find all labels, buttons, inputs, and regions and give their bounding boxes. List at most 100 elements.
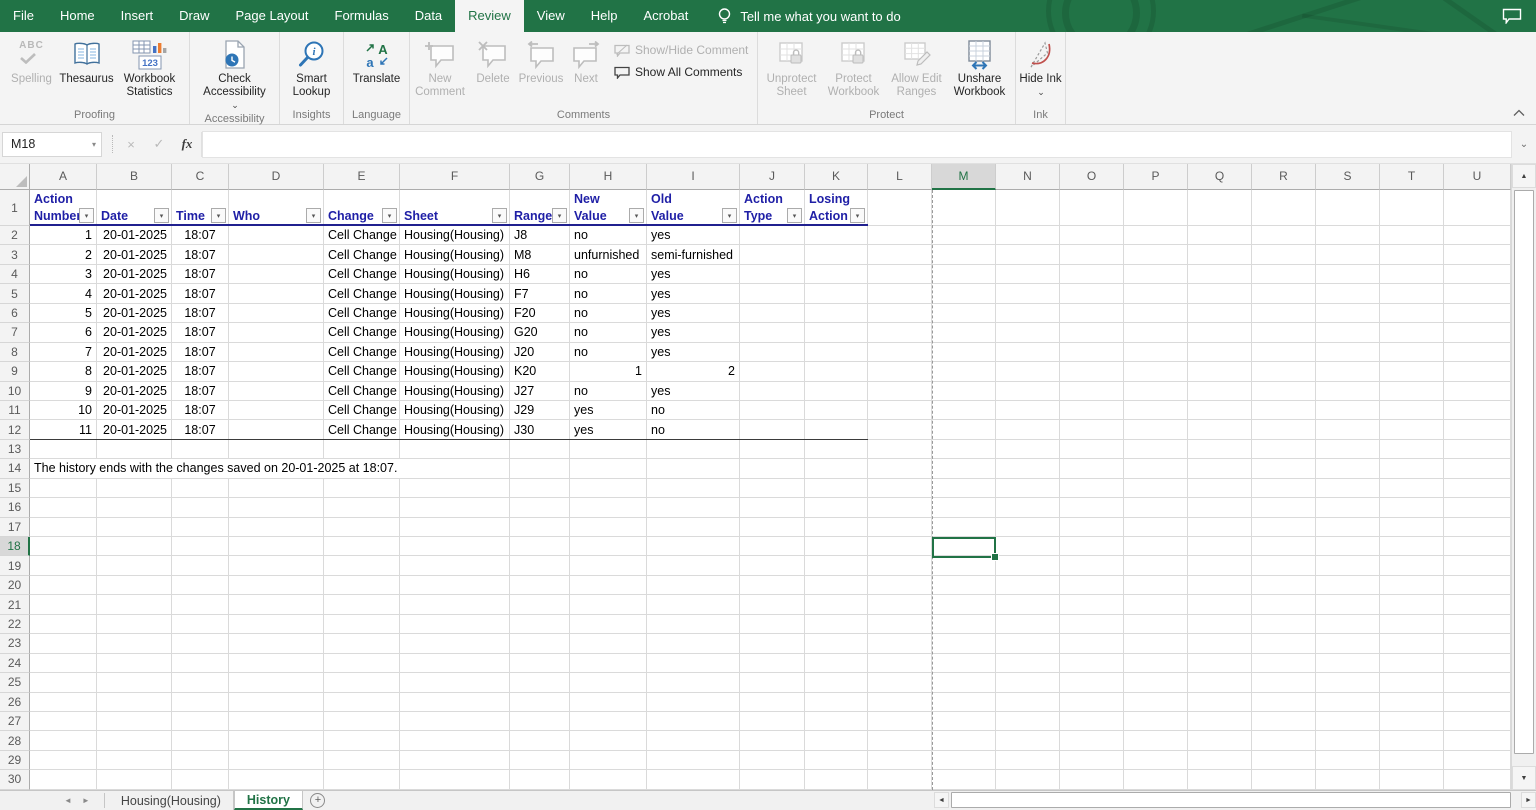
cell-P8[interactable] — [1124, 342, 1188, 363]
horizontal-scrollbar[interactable]: ◄ ► — [934, 791, 1536, 809]
formula-input[interactable] — [202, 130, 1512, 158]
cell-C21[interactable] — [172, 595, 229, 615]
fill-handle[interactable] — [991, 552, 999, 561]
cell-S24[interactable] — [1316, 653, 1380, 674]
cell-O27[interactable] — [1060, 711, 1124, 732]
cell-K8[interactable] — [805, 342, 868, 363]
cell-C22[interactable] — [172, 614, 229, 635]
cell-F23[interactable] — [400, 634, 510, 654]
cell-S6[interactable] — [1316, 303, 1380, 324]
cell-R27[interactable] — [1252, 711, 1316, 732]
cell-N16[interactable] — [996, 498, 1060, 518]
cell-S9[interactable] — [1316, 362, 1380, 382]
cell-U30[interactable] — [1444, 770, 1511, 790]
cell-C20[interactable] — [172, 575, 229, 596]
cell-C8[interactable]: 18:07 — [172, 342, 229, 363]
cell-G14[interactable] — [510, 459, 570, 479]
cell-S3[interactable] — [1316, 245, 1380, 265]
cell-R25[interactable] — [1252, 673, 1316, 693]
cell-L3[interactable] — [868, 245, 932, 265]
cell-A14[interactable]: The history ends with the changes saved … — [30, 459, 400, 479]
scroll-right-icon[interactable]: ► — [1521, 792, 1536, 808]
cell-K5[interactable] — [805, 284, 868, 304]
filter-button-sheet[interactable]: ▾ — [492, 208, 507, 223]
cell-G8[interactable]: J20 — [510, 342, 570, 363]
cell-E29[interactable] — [324, 750, 400, 771]
cell-R5[interactable] — [1252, 284, 1316, 304]
cell-L17[interactable] — [868, 517, 932, 537]
cell-M11[interactable] — [932, 400, 996, 421]
cell-R18[interactable] — [1252, 537, 1316, 557]
cell-D15[interactable] — [229, 478, 324, 499]
cell-J7[interactable] — [740, 323, 805, 343]
cell-M2[interactable] — [932, 226, 996, 246]
cell-E23[interactable] — [324, 634, 400, 654]
cell-R24[interactable] — [1252, 653, 1316, 674]
cell-O29[interactable] — [1060, 750, 1124, 771]
cell-F28[interactable] — [400, 731, 510, 751]
cell-A17[interactable] — [30, 517, 97, 537]
row-header-18[interactable]: 18 — [0, 537, 30, 557]
cell-F18[interactable] — [400, 537, 510, 557]
cell-B19[interactable] — [97, 556, 172, 576]
column-header-K[interactable]: K — [805, 164, 868, 190]
cell-E18[interactable] — [324, 537, 400, 557]
cell-O14[interactable] — [1060, 459, 1124, 479]
column-header-U[interactable]: U — [1444, 164, 1511, 190]
row-header-20[interactable]: 20 — [0, 575, 30, 596]
column-header-S[interactable]: S — [1316, 164, 1380, 190]
cell-A12[interactable]: 11 — [30, 420, 97, 440]
filter-button-action-number[interactable]: ▾ — [79, 208, 94, 223]
cell-A11[interactable]: 10 — [30, 400, 97, 421]
cell-D2[interactable] — [229, 226, 324, 246]
cell-T17[interactable] — [1380, 517, 1444, 537]
cell-H19[interactable] — [570, 556, 647, 576]
cell-E28[interactable] — [324, 731, 400, 751]
cell-R22[interactable] — [1252, 614, 1316, 635]
cell-S15[interactable] — [1316, 478, 1380, 499]
cell-R4[interactable] — [1252, 264, 1316, 285]
cell-U29[interactable] — [1444, 750, 1511, 771]
cell-G10[interactable]: J27 — [510, 381, 570, 401]
cell-R14[interactable] — [1252, 459, 1316, 479]
cell-F29[interactable] — [400, 750, 510, 771]
cell-H18[interactable] — [570, 537, 647, 557]
column-header-P[interactable]: P — [1124, 164, 1188, 190]
cell-E3[interactable]: Cell Change — [324, 245, 400, 265]
cell-N24[interactable] — [996, 653, 1060, 674]
cell-Q22[interactable] — [1188, 614, 1252, 635]
cell-A9[interactable]: 8 — [30, 362, 97, 382]
cell-P25[interactable] — [1124, 673, 1188, 693]
cell-J5[interactable] — [740, 284, 805, 304]
cell-L9[interactable] — [868, 362, 932, 382]
cell-T3[interactable] — [1380, 245, 1444, 265]
ribbon-tab-data[interactable]: Data — [402, 0, 455, 32]
cell-B13[interactable] — [97, 439, 172, 460]
cell-G6[interactable]: F20 — [510, 303, 570, 324]
cell-F30[interactable] — [400, 770, 510, 790]
cell-C29[interactable] — [172, 750, 229, 771]
cell-D11[interactable] — [229, 400, 324, 421]
cell-B17[interactable] — [97, 517, 172, 537]
cell-E24[interactable] — [324, 653, 400, 674]
cell-F5[interactable]: Housing(Housing) — [400, 284, 510, 304]
cell-N22[interactable] — [996, 614, 1060, 635]
scroll-down-icon[interactable]: ▼ — [1512, 766, 1536, 790]
cell-R26[interactable] — [1252, 692, 1316, 712]
cell-R9[interactable] — [1252, 362, 1316, 382]
cell-M21[interactable] — [932, 595, 996, 615]
cell-H1[interactable]: New Value ▾ — [570, 190, 647, 226]
cell-N9[interactable] — [996, 362, 1060, 382]
ribbon-tab-insert[interactable]: Insert — [108, 0, 167, 32]
cell-L30[interactable] — [868, 770, 932, 790]
sheet-nav-left-icon[interactable]: ◄ — [64, 796, 72, 805]
cell-R7[interactable] — [1252, 323, 1316, 343]
cell-K16[interactable] — [805, 498, 868, 518]
cell-T12[interactable] — [1380, 420, 1444, 440]
cell-U22[interactable] — [1444, 614, 1511, 635]
cell-D9[interactable] — [229, 362, 324, 382]
cell-Q5[interactable] — [1188, 284, 1252, 304]
cell-N29[interactable] — [996, 750, 1060, 771]
cell-T22[interactable] — [1380, 614, 1444, 635]
unshare-workbook-button[interactable]: Unshare Workbook — [948, 34, 1012, 99]
